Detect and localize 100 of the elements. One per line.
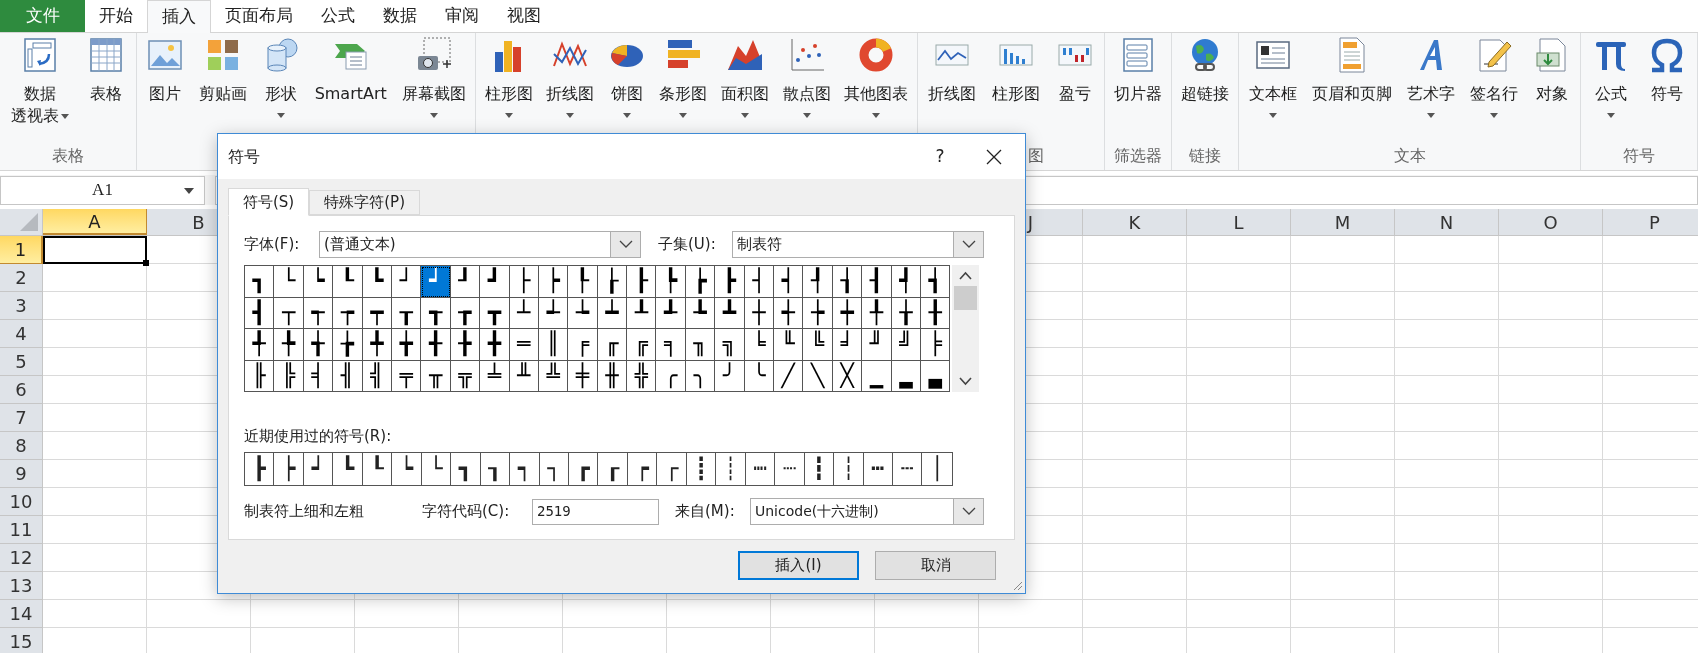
grid-cell[interactable] xyxy=(979,600,1083,628)
row-header[interactable]: 15 xyxy=(0,628,43,653)
ribbon-button[interactable]: 超链接 xyxy=(1180,36,1230,144)
symbol-cell[interactable]: ╱ xyxy=(774,360,804,392)
symbol-cell[interactable]: ╆ xyxy=(333,329,363,361)
ribbon-button[interactable]: 数据 透视表 xyxy=(10,36,70,144)
symbol-cell[interactable]: ╬ xyxy=(627,360,657,392)
symbol-cell[interactable]: ┛ xyxy=(480,266,510,298)
grid-cell[interactable] xyxy=(1083,348,1187,376)
ribbon-button[interactable]: 柱形图 xyxy=(483,36,534,144)
row-header[interactable]: 14 xyxy=(0,600,43,628)
symbol-cell[interactable]: ├ xyxy=(509,266,539,298)
symbol-cell[interactable]: ┕ xyxy=(303,266,334,298)
scroll-up-icon[interactable] xyxy=(959,271,972,280)
grid-cell[interactable] xyxy=(43,488,147,516)
grid-cell[interactable] xyxy=(667,600,771,628)
ribbon-button[interactable]: 折线图 xyxy=(545,36,596,144)
recent-symbol-cell[interactable]: ┄ xyxy=(892,452,923,485)
grid-cell[interactable] xyxy=(1291,264,1395,292)
grid-cell[interactable] xyxy=(1187,320,1291,348)
ribbon-button[interactable]: 符号 xyxy=(1647,36,1687,144)
symbol-cell[interactable]: ┘ xyxy=(391,266,422,298)
symbol-cell[interactable]: ┱ xyxy=(421,297,451,329)
grid-cell[interactable] xyxy=(1395,432,1499,460)
column-header[interactable]: N xyxy=(1395,209,1499,235)
symbol-cell[interactable]: ┢ xyxy=(685,266,716,298)
symbol-cell[interactable]: ┝ xyxy=(538,266,569,298)
symbol-cell[interactable]: ╅ xyxy=(303,329,334,361)
grid-cell[interactable] xyxy=(771,600,875,628)
recent-symbol-cell[interactable]: ┈ xyxy=(775,452,805,485)
symbol-cell[interactable]: ╒ xyxy=(568,329,598,361)
grid-cell[interactable] xyxy=(1395,292,1499,320)
scrollbar-thumb[interactable] xyxy=(954,286,977,310)
grid-cell[interactable] xyxy=(1187,460,1291,488)
column-header[interactable]: M xyxy=(1291,209,1395,235)
grid-cell[interactable] xyxy=(43,292,147,320)
column-header[interactable]: K xyxy=(1083,209,1187,235)
grid-cell[interactable] xyxy=(1499,516,1603,544)
grid-cell[interactable] xyxy=(1499,600,1603,628)
symbol-cell[interactable]: ┣ xyxy=(715,266,745,298)
grid-cell[interactable] xyxy=(1291,460,1395,488)
ribbon-button[interactable]: 切片器 xyxy=(1113,36,1163,144)
symbol-cell[interactable]: ╢ xyxy=(333,360,363,392)
symbol-cell[interactable]: ╈ xyxy=(391,329,422,361)
ribbon-button[interactable]: 剪贴画 xyxy=(198,36,249,144)
grid-cell[interactable] xyxy=(459,600,563,628)
symbol-cell[interactable]: ┻ xyxy=(715,297,745,329)
symbol-cell[interactable]: ┦ xyxy=(803,266,833,298)
grid-cell[interactable] xyxy=(1083,516,1187,544)
recent-symbol-cell[interactable]: ┍ xyxy=(627,452,658,485)
symbol-cell[interactable]: ┾ xyxy=(803,297,833,329)
grid-cell[interactable] xyxy=(43,544,147,572)
dialog-button[interactable]: 取消 xyxy=(875,551,996,580)
symbol-cell[interactable]: ╪ xyxy=(568,360,598,392)
scroll-down-icon[interactable] xyxy=(959,377,972,386)
symbol-cell[interactable]: ┩ xyxy=(891,266,921,298)
grid-cell[interactable] xyxy=(1395,460,1499,488)
recent-symbol-cell[interactable]: ┙ xyxy=(303,452,334,485)
row-header[interactable]: 1 xyxy=(0,236,43,264)
character-code-field[interactable]: 2519 xyxy=(532,498,659,525)
recent-symbol-cell[interactable]: ┓ xyxy=(451,452,481,485)
symbol-cell[interactable]: ┡ xyxy=(656,266,686,298)
symbol-cell[interactable]: ┟ xyxy=(597,266,628,298)
symbol-cell[interactable]: ┮ xyxy=(333,297,363,329)
grid-cell[interactable] xyxy=(43,264,147,292)
symbol-cell[interactable]: ┞ xyxy=(568,266,598,298)
recent-symbol-cell[interactable]: ┎ xyxy=(598,452,628,485)
grid-cell[interactable] xyxy=(1083,292,1187,320)
symbol-cell[interactable]: ┬ xyxy=(274,297,304,329)
ribbon-button[interactable]: 散点图 xyxy=(781,36,832,144)
recent-symbol-cell[interactable]: │ xyxy=(922,452,952,485)
ribbon-button[interactable]: 条形图 xyxy=(658,36,709,144)
row-header[interactable]: 4 xyxy=(0,320,43,348)
grid-cell[interactable] xyxy=(1187,600,1291,628)
symbol-cell[interactable]: ╔ xyxy=(627,329,657,361)
recent-symbol-cell[interactable]: ┒ xyxy=(480,452,511,485)
row-header[interactable]: 3 xyxy=(0,292,43,320)
grid-cell[interactable] xyxy=(1499,236,1603,264)
symbol-cell[interactable]: ┚ xyxy=(450,266,481,298)
recent-symbol-cell[interactable]: ┇ xyxy=(804,452,835,485)
grid-cell[interactable] xyxy=(1395,572,1499,600)
recent-symbol-cell[interactable]: ┕ xyxy=(392,452,422,485)
grid-cell[interactable] xyxy=(43,516,147,544)
grid-cell[interactable] xyxy=(43,348,147,376)
symbol-cell[interactable]: ╖ xyxy=(685,329,716,361)
ribbon-button[interactable]: 其他图表 xyxy=(843,36,910,144)
grid-cell[interactable] xyxy=(1499,320,1603,348)
symbol-cell[interactable]: ┓ xyxy=(245,266,275,298)
symbol-cell[interactable]: ╄ xyxy=(274,329,304,361)
resize-grip-icon[interactable] xyxy=(1012,580,1023,591)
grid-cell[interactable] xyxy=(1187,488,1291,516)
symbol-cell[interactable]: ┖ xyxy=(333,266,363,298)
grid-cell[interactable] xyxy=(1083,572,1187,600)
grid-cell[interactable] xyxy=(1499,376,1603,404)
encoding-select[interactable]: Unicode(十六进制) xyxy=(750,498,984,525)
dialog-tab[interactable]: 特殊字符(P) xyxy=(309,190,420,215)
grid-cell[interactable] xyxy=(1395,376,1499,404)
grid-cell[interactable] xyxy=(1499,348,1603,376)
grid-cell[interactable] xyxy=(563,600,667,628)
grid-cell[interactable] xyxy=(1499,572,1603,600)
